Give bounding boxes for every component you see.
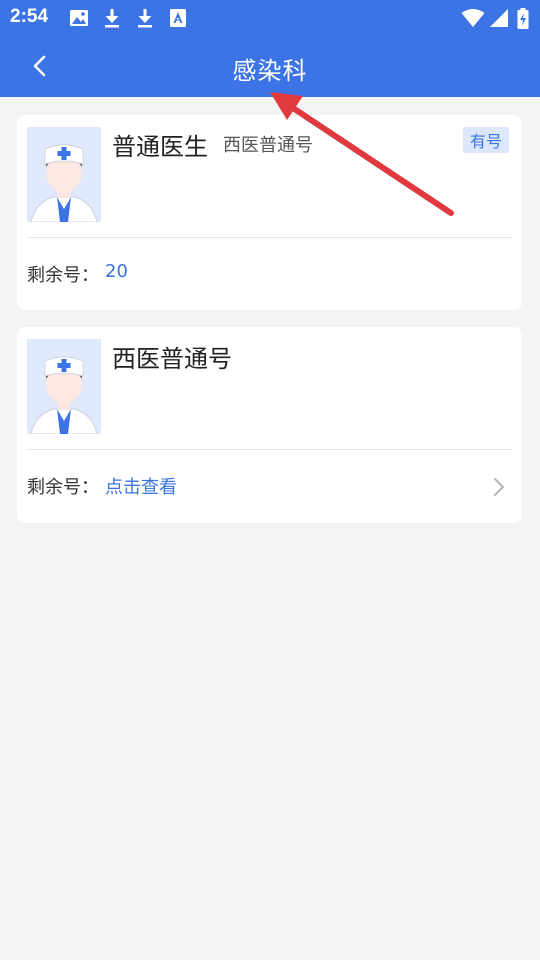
signal-icon <box>490 9 508 27</box>
divider <box>27 449 512 450</box>
page-title: 感染科 <box>232 57 308 85</box>
remaining-label: 剩余号： <box>27 477 99 498</box>
doctor-card[interactable]: 普通医生 西医普通号 有号 剩余号： 20 <box>17 115 522 310</box>
view-remaining-link[interactable]: 点击查看 <box>105 473 177 499</box>
text-a-icon <box>170 9 186 27</box>
remaining-label: 剩余号： <box>27 265 99 286</box>
wifi-icon <box>461 9 485 27</box>
chevron-right-icon[interactable] <box>490 475 508 499</box>
download-icon <box>105 9 119 28</box>
remaining-value: 20 <box>105 261 128 282</box>
status-time: 2:54 <box>10 6 49 27</box>
download-icon <box>138 9 152 28</box>
app-bar: 感染科 <box>0 36 540 97</box>
availability-badge: 有号 <box>462 127 509 153</box>
doctor-name: 西医普通号 <box>112 345 232 373</box>
image-icon <box>70 10 88 26</box>
doctor-card[interactable]: 西医普通号 剩余号： 点击查看 <box>17 327 522 523</box>
doctor-subtitle: 西医普通号 <box>223 135 313 156</box>
doctor-avatar-icon <box>27 127 101 222</box>
battery-charging-icon <box>517 8 529 29</box>
doctor-avatar-icon <box>27 339 101 434</box>
doctor-name: 普通医生 <box>112 133 208 161</box>
divider <box>27 237 512 238</box>
status-bar: 2:54 <box>0 0 540 36</box>
